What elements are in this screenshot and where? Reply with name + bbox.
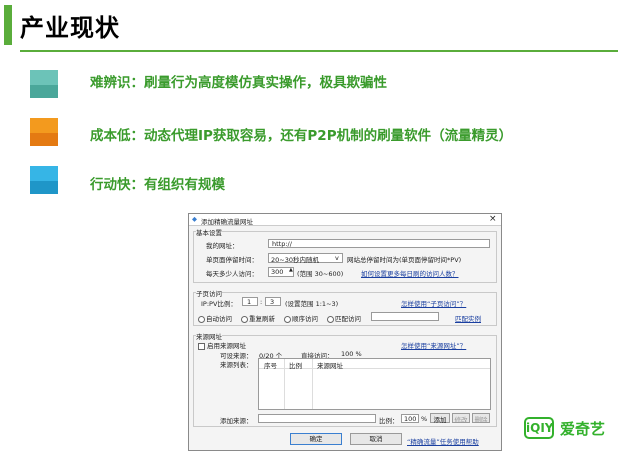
stay-time-note: 网站总停留时间为(单页面停留时间*PV) [347, 256, 462, 264]
col-url: 来源网址 [317, 362, 343, 370]
stay-time-label: 单页面停留时间： [206, 256, 258, 264]
radio-dot-icon [241, 315, 248, 323]
dialog-titlebar[interactable]: ◆ 添加精确流量网址 × [189, 214, 501, 226]
ipv-label: IP:PV比例： [201, 300, 237, 308]
radio-match[interactable]: 匹配访问 [327, 313, 361, 323]
radio-dot-icon [327, 315, 334, 323]
checkbox-icon [198, 342, 205, 350]
page-title: 产业现状 [20, 14, 120, 42]
ok-button[interactable]: 确定 [290, 433, 342, 445]
url-input[interactable]: http:// [268, 239, 490, 248]
source-howto-link[interactable]: 怎样使用“来源网址”？ [401, 340, 466, 350]
title-divider [20, 50, 618, 52]
title-accent-bar [4, 5, 12, 45]
dialog-app-icon: ◆ [192, 215, 197, 223]
match-example-link[interactable]: 匹配实例 [455, 313, 481, 323]
url-label: 我的网址： [206, 242, 239, 250]
match-input[interactable] [371, 312, 439, 321]
visits-range: (范围 30~600) [297, 270, 344, 278]
radio-sequence[interactable]: 顺序访问 [284, 313, 318, 323]
add-source-button[interactable]: 添加 [430, 413, 450, 424]
col-index: 序号 [264, 362, 277, 370]
add-source-input[interactable] [258, 414, 376, 423]
radio-auto[interactable]: 自动访问 [198, 313, 232, 323]
source-list-label: 来源列表： [220, 361, 253, 369]
ipv-range: (设置范围 1:1~3) [285, 300, 339, 308]
iqiyi-logo-icon: iQIY [524, 417, 554, 439]
ip-ratio-input[interactable]: 1 [242, 297, 258, 306]
add-source-label: 添加来源： [220, 417, 253, 425]
delete-source-button[interactable]: 删除 [472, 413, 490, 424]
basic-settings-legend: 基本设置 [196, 227, 222, 237]
close-icon[interactable]: × [489, 214, 497, 224]
source-table-header: 序号 比例 来源网址 [259, 359, 490, 370]
source-table[interactable]: 序号 比例 来源网址 [258, 358, 491, 410]
bullet-square-orange [30, 118, 58, 146]
iqiyi-logo-text: 爱奇艺 [560, 420, 606, 438]
chevron-down-icon: v [335, 254, 339, 262]
help-link[interactable]: “精确流量”任务使用帮助 [407, 436, 479, 446]
dialog-title: 添加精确流量网址 [201, 218, 253, 226]
pv-ratio-input[interactable]: 3 [265, 297, 281, 306]
ratio-input[interactable]: 100 [401, 414, 419, 423]
radio-dot-icon [198, 315, 205, 323]
subpage-howto-link[interactable]: 怎样使用“子页访问”？ [401, 298, 466, 308]
bullet-text-3: 行动快：有组织有规模 [90, 177, 225, 193]
ratio-unit: % [421, 415, 428, 423]
add-url-dialog: ◆ 添加精确流量网址 × 基本设置 我的网址： http:// 单页面停留时间：… [188, 213, 502, 451]
bullet-text-2: 成本低：动态代理IP获取容易，还有P2P机制的刷量软件（流量精灵） [90, 128, 513, 144]
stay-time-select[interactable]: 20~30秒内随机 v [268, 253, 343, 264]
more-visits-link[interactable]: 如何设置更多每日刷的访问人数？ [361, 268, 459, 278]
subpage-legend: 子页访问 [196, 288, 222, 298]
enable-source-checkbox[interactable]: 启用来源网址 [198, 340, 246, 350]
direct-visit-value: 100 % [341, 350, 362, 358]
visits-label: 每天多少人访问： [206, 270, 258, 278]
bullet-text-1: 难辨识：刷量行为高度模仿真实操作，极具欺骗性 [90, 75, 387, 91]
cancel-button[interactable]: 取消 [350, 433, 402, 445]
radio-repeat[interactable]: 重复刷新 [241, 313, 275, 323]
ratio-colon: : [260, 298, 263, 306]
visits-stepper[interactable]: 300 ▲ [268, 267, 294, 277]
modify-source-button[interactable]: 修改 [452, 413, 470, 424]
bullet-square-teal [30, 70, 58, 98]
col-ratio: 比例 [289, 362, 302, 370]
radio-dot-icon [284, 315, 291, 323]
bullet-square-blue [30, 166, 58, 194]
ratio-label: 比例： [379, 417, 399, 425]
